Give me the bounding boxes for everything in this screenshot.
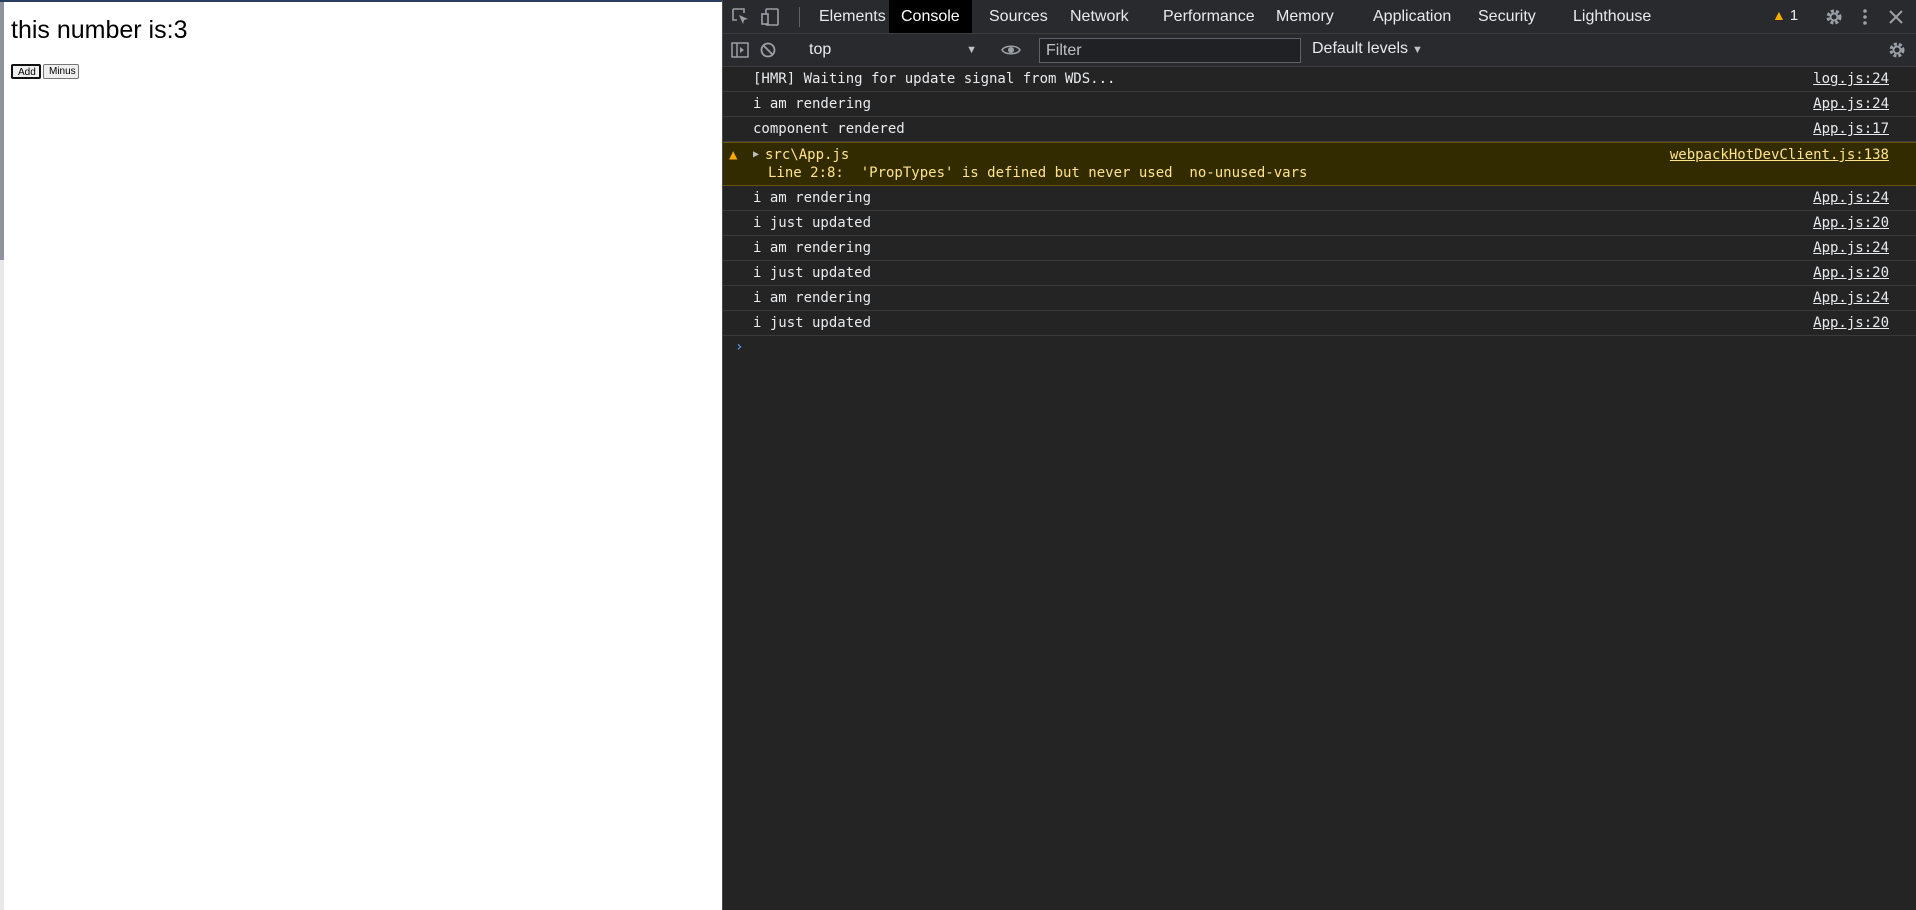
add-button[interactable]: Add [11,64,41,79]
message-text: i just updated [753,315,872,331]
tab-application[interactable]: Application [1361,0,1463,33]
clear-console-icon[interactable] [757,39,779,61]
warning-count: 1 [1789,7,1799,24]
more-menu-icon[interactable] [1854,6,1876,28]
console-message: i just updated App.js:20 [723,311,1916,336]
settings-gear-icon[interactable] [1823,6,1845,28]
tab-performance[interactable]: Performance [1151,0,1267,33]
tab-security[interactable]: Security [1466,0,1548,33]
context-value: top [809,41,832,58]
expand-triangle-icon[interactable]: ▶ [753,146,759,164]
message-text: i am rendering [753,96,872,112]
message-source-link[interactable]: App.js:20 [1813,211,1889,236]
console-toolbar: top ▼ Default levels▼ [723,34,1916,67]
levels-label: Default levels [1312,40,1409,57]
live-expression-eye-icon[interactable] [1000,39,1022,61]
minus-button[interactable]: Minus [43,64,79,79]
message-source-link[interactable]: App.js:20 [1813,311,1889,336]
console-message: i am rendering App.js:24 [723,286,1916,311]
tab-separator [799,7,800,27]
tab-console[interactable]: Console [889,0,972,33]
message-text: i just updated [753,215,872,231]
tab-elements[interactable]: Elements [807,0,898,33]
counter-label: this number is: [11,16,174,44]
console-warning-message: ▲ ▶ src\App.js Line 2:8: 'PropTypes' is … [723,142,1916,186]
message-source-link[interactable]: App.js:24 [1813,286,1889,311]
javascript-context-select[interactable]: top ▼ [809,39,977,61]
sidebar-toggle-icon[interactable] [729,39,751,61]
warning-text: Line 2:8: 'PropTypes' is defined but nev… [768,165,1308,181]
device-toolbar-icon[interactable] [760,6,782,28]
console-message: i just updated App.js:20 [723,261,1916,286]
message-text: component rendered [753,121,905,137]
counter-value: 3 [173,16,188,44]
message-text: i am rendering [753,190,872,206]
console-message: i am rendering App.js:24 [723,236,1916,261]
app-page: this number is:3 Add Minus [4,2,722,910]
chevron-down-icon: ▼ [966,44,977,56]
console-settings-gear-icon[interactable] [1886,39,1908,61]
close-icon[interactable] [1885,6,1907,28]
warning-icon: ▲ [729,147,738,163]
warnings-counter[interactable]: ▲ 1 [1772,7,1798,24]
warning-file: src\App.js [765,147,850,163]
message-source-link[interactable]: App.js:20 [1813,261,1889,286]
console-message: i just updated App.js:20 [723,211,1916,236]
console-message: component rendered App.js:17 [723,117,1916,142]
message-text: i am rendering [753,290,872,306]
console-prompt[interactable]: › [735,339,743,355]
message-source-link[interactable]: webpackHotDevClient.js:138 [1670,146,1889,164]
message-text: i just updated [753,265,872,281]
message-source-link[interactable]: App.js:24 [1813,236,1889,261]
tab-sources[interactable]: Sources [977,0,1060,33]
tab-memory[interactable]: Memory [1264,0,1346,33]
console-message: i am rendering App.js:24 [723,92,1916,117]
log-levels-dropdown[interactable]: Default levels ▼ [1312,40,1423,58]
tab-lighthouse[interactable]: Lighthouse [1561,0,1663,33]
console-message: i am rendering App.js:24 [723,186,1916,211]
tab-network[interactable]: Network [1058,0,1141,33]
chevron-down-icon: ▼ [1412,44,1423,56]
counter-heading: this number is:3 [11,16,187,45]
inspect-element-icon[interactable] [730,6,752,28]
console-message: [HMR] Waiting for update signal from WDS… [723,67,1916,92]
message-source-link[interactable]: log.js:24 [1813,67,1889,92]
devtools-tab-bar: Elements Console Sources Network Perform… [723,0,1916,34]
console-messages: [HMR] Waiting for update signal from WDS… [723,67,1916,355]
message-source-link[interactable]: App.js:24 [1813,186,1889,211]
devtools-panel: Elements Console Sources Network Perform… [722,0,1916,910]
message-source-link[interactable]: App.js:17 [1813,117,1889,142]
message-text: i am rendering [753,240,872,256]
warning-icon: ▲ [1772,7,1786,23]
filter-input[interactable] [1039,38,1301,63]
message-source-link[interactable]: App.js:24 [1813,92,1889,117]
message-text: [HMR] Waiting for update signal from WDS… [753,71,1116,87]
